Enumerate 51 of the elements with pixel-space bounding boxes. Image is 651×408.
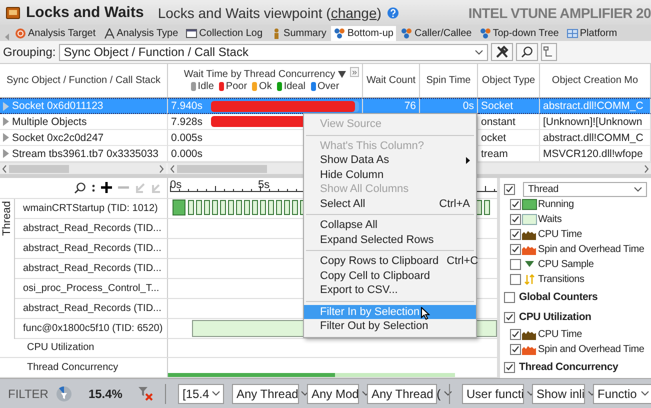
wait-time-value: 7.940s (171, 100, 204, 112)
legend-label: Ideal (284, 81, 306, 92)
thread-name: func@0x1800c5f10 (TID: 6520) (15, 318, 168, 338)
thread-name: abstract_Read_Records (TID... (15, 218, 168, 238)
legend-label: Over (318, 81, 340, 92)
thread-name: wmainCRTStartup (TID: 1012) (15, 198, 168, 218)
legend-item-label: Spin and Overhead Time (538, 244, 644, 255)
thread-name: abstract_Read_Records (TID... (15, 258, 168, 278)
section-label: Global Counters (519, 291, 598, 303)
wait-time-value: 7.928s (171, 116, 204, 128)
column-header: Wait Time by Thread Concurrency (184, 69, 336, 80)
axis-label: Thread (1, 200, 13, 236)
filter-percent: 15.4% (88, 386, 122, 400)
legend-item-label: CPU Time (538, 329, 582, 340)
shortcut-label: Ctrl+A (438, 198, 470, 210)
table-cell: Socket 0xc2c0d247 (0, 130, 168, 146)
legend-item-label: CPU Sample (538, 259, 594, 270)
table-cell: 0s (420, 98, 478, 114)
grouping-label: Grouping: (3, 45, 56, 59)
shortcut-label: Ctrl+C (446, 255, 478, 268)
brand-name: INTEL VTUNE AMPLIFIER 20 (468, 4, 651, 20)
legend-label: Poor (226, 81, 248, 92)
thread-name: abstract_Read_Records (TID... (15, 238, 168, 258)
table-cell: 76 (363, 98, 420, 114)
section-label: CPU Utilization (519, 311, 592, 323)
legend-item-label: Transitions (538, 274, 584, 285)
legend-label: Idle (198, 81, 214, 92)
viewpoint-label: Locks and Waits viewpoint (change) (158, 4, 382, 20)
analysis-title: Locks and Waits (26, 4, 144, 21)
filter-label: FILTER (8, 386, 48, 400)
table-cell: abstract.dll!COMM_C (540, 98, 651, 114)
axis-tick-label: 5s (258, 179, 270, 191)
section-label: Thread Concurrency (519, 361, 618, 373)
table-cell: Multiple Objects (0, 114, 168, 130)
table-cell: Socket 0x6d011123 (0, 98, 168, 114)
legend-item-label: CPU Time (538, 229, 582, 240)
legend-item-label: Waits (538, 214, 562, 225)
wait-time-value: 0.005s (171, 132, 204, 144)
table-cell: onstant (478, 114, 540, 130)
legend-item-label: Spin and Overhead Time (538, 344, 644, 355)
table-cell: Socket (478, 98, 540, 114)
table-cell: ocket (478, 130, 540, 146)
wait-time-value: 0.000s (171, 148, 204, 160)
overview-label: CPU Utilization (0, 338, 168, 358)
table-cell: abstract.dll!COMM_C (540, 130, 651, 146)
thread-name: abstract_Read_Records (TID... (15, 298, 168, 318)
table-cell: [Unknown]![Unknown (540, 114, 651, 130)
axis-tick-label: 0s (170, 179, 182, 191)
legend-item-label: Running (538, 199, 574, 210)
legend-label: Ok (259, 81, 272, 92)
thread-name: osi_proc_Process_Control_T... (15, 278, 168, 298)
